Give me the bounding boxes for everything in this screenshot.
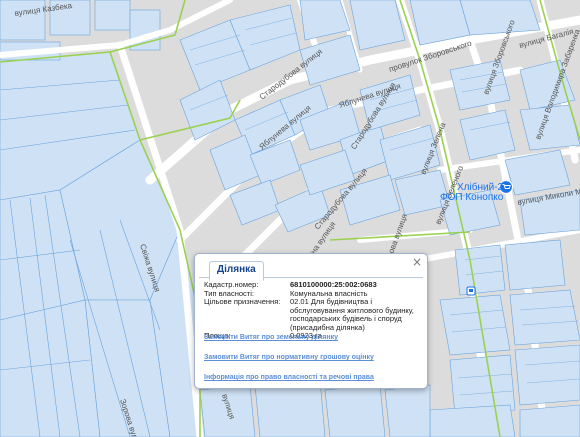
order-land-extract-link[interactable]: Замовити Витяг про земельну ділянку [204,334,374,341]
field-label: Цільове призначення: [204,297,281,306]
bus-stop-icon-inner [469,289,473,292]
purpose-value: 02.01 Для будівництва і обслуговування ж… [290,297,414,332]
ownership-info-link[interactable]: Інформація про право власності та речові… [204,374,374,381]
poi-name-line2: ФОП Конопко [440,192,504,203]
popup-links: Замовити Витяг про земельну ділянку Замо… [204,334,374,394]
parcel-details: Кадастр.номер: 6810100000:25:002:0683 Ти… [204,280,418,341]
popup-tab-bar: Ділянка [199,259,423,281]
field-row-purpose: Цільове призначення: 02.01 Для будівницт… [204,297,418,332]
tab-parcel[interactable]: Ділянка [209,261,264,281]
bus-stop-marker[interactable] [466,286,476,296]
parcel-info-popup: × Ділянка Кадастр.номер: 6810100000:25:0… [194,253,428,389]
order-valuation-extract-link[interactable]: Замовити Витяг про нормативну грошову оц… [204,354,374,361]
